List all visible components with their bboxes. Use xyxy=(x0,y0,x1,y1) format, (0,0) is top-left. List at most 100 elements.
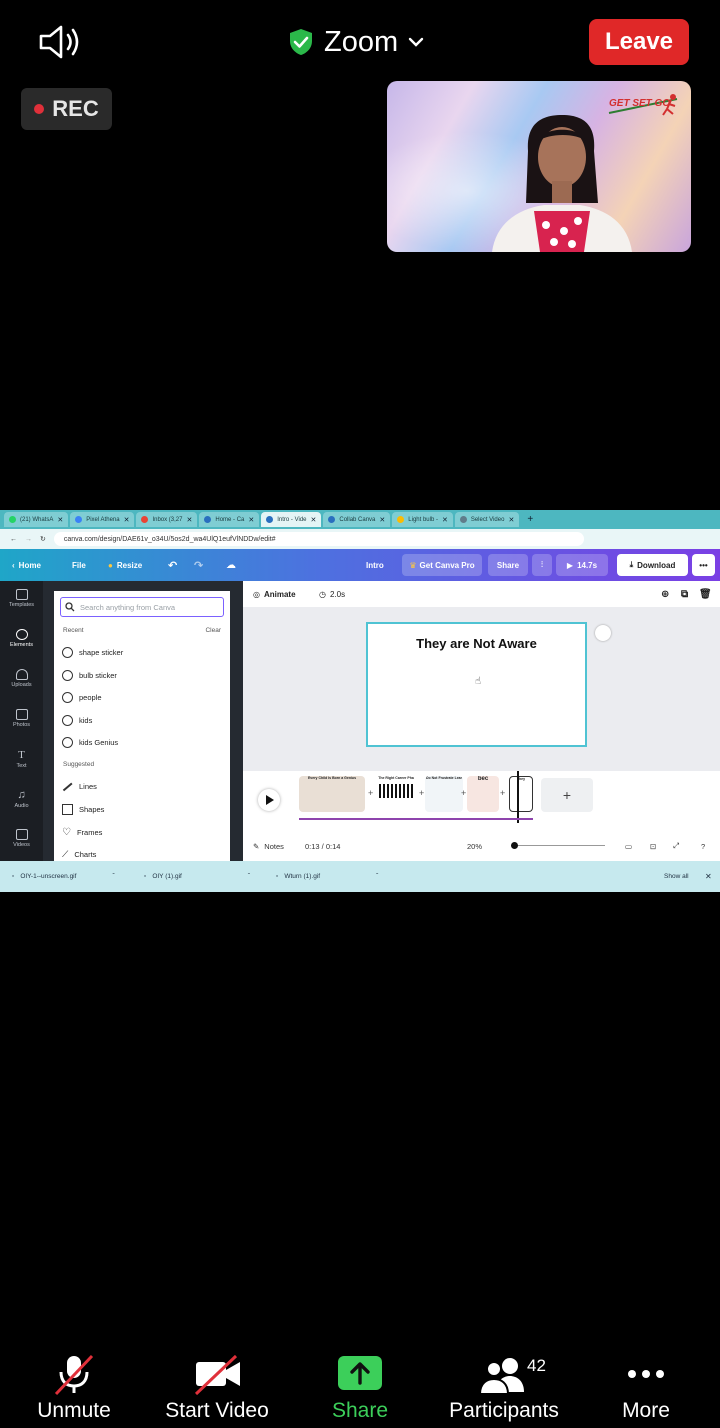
cloud-save-icon[interactable]: ☁ xyxy=(226,549,236,581)
fullscreen-icon[interactable]: ⤢ xyxy=(673,841,679,851)
rail-item-videos[interactable]: Videos xyxy=(0,829,43,848)
redo-icon[interactable]: ↷ xyxy=(194,549,203,581)
rail-item-elements[interactable]: Elements xyxy=(0,629,43,648)
browser-tab[interactable]: Light bulb - ✕ xyxy=(392,512,453,527)
download-item[interactable]: ▫ OIY (1).gif ˆ xyxy=(144,861,250,892)
reload-icon[interactable]: ↻ xyxy=(40,535,46,543)
clock-icon xyxy=(62,670,73,681)
add-transition-icon[interactable]: + xyxy=(419,788,424,798)
slide-heading[interactable]: They are Not Aware xyxy=(368,636,585,651)
download-item[interactable]: ▫ Wturn (1).gif ˆ xyxy=(276,861,378,892)
suggested-item[interactable]: Shapes xyxy=(62,804,104,815)
browser-tab[interactable]: Pixel Athena ✕ xyxy=(70,512,135,527)
resize-button[interactable]: ● Resize xyxy=(108,549,142,581)
notes-button[interactable]: ✎ Notes xyxy=(253,842,284,851)
suggested-item[interactable]: ♡ Frames xyxy=(62,827,102,838)
close-tab-icon[interactable]: ✕ xyxy=(248,516,254,524)
project-name[interactable]: Intro xyxy=(366,549,384,581)
add-transition-icon[interactable]: + xyxy=(461,788,466,798)
add-transition-icon[interactable]: + xyxy=(500,788,505,798)
delete-page-icon[interactable]: 🗑 xyxy=(699,589,712,600)
design-canvas[interactable]: They are Not Aware ☝ xyxy=(366,622,587,747)
participants-button[interactable]: 42 Participants xyxy=(440,1344,568,1428)
show-all-downloads[interactable]: Show all xyxy=(664,861,689,892)
timeline-clip[interactable]: The Right Career Pha xyxy=(375,776,417,812)
share-screen-button[interactable]: Share xyxy=(323,1344,397,1428)
undo-icon[interactable]: ↶ xyxy=(168,549,177,581)
browser-tab[interactable]: (21) WhatsA ✕ xyxy=(4,512,69,527)
slide-duration-button[interactable]: ◷ 2.0s xyxy=(319,590,345,599)
add-page-icon[interactable]: ⊕ xyxy=(661,589,669,600)
timeline-clip-selected[interactable]: They xyxy=(509,776,533,812)
recent-item[interactable]: bulb sticker xyxy=(62,670,117,681)
rail-item-templates[interactable]: Templates xyxy=(0,589,43,608)
recent-item[interactable]: kids xyxy=(62,715,92,726)
suggested-item[interactable]: ⟋ Charts xyxy=(62,849,96,860)
browser-tab[interactable]: Select Video ✕ xyxy=(454,512,520,527)
start-video-button[interactable]: Start Video xyxy=(160,1344,274,1428)
recent-item[interactable]: kids Genius xyxy=(62,737,118,748)
recent-item[interactable]: people xyxy=(62,692,102,703)
elements-search-input[interactable]: Search anything from Canva xyxy=(60,597,224,617)
participant-video-tile[interactable]: GET SET GO xyxy=(387,81,691,252)
help-icon[interactable]: ? xyxy=(701,842,705,851)
chevron-up-icon[interactable]: ˆ xyxy=(112,873,114,880)
refresh-icon[interactable] xyxy=(595,625,611,641)
present-button[interactable]: ▶ 14.7s xyxy=(556,554,608,576)
rail-item-uploads[interactable]: Uploads xyxy=(0,669,43,688)
recent-item[interactable]: shape sticker xyxy=(62,647,123,658)
grid-view-icon[interactable]: ⊡ xyxy=(650,842,656,851)
close-tab-icon[interactable]: ✕ xyxy=(124,516,130,524)
browser-tab[interactable]: Collab Canva ✕ xyxy=(323,512,391,527)
new-tab-icon[interactable]: + xyxy=(527,514,533,525)
unmute-button[interactable]: Unmute xyxy=(26,1344,122,1428)
close-downloads-icon[interactable]: ✕ xyxy=(705,861,712,892)
chevron-up-icon[interactable]: ˆ xyxy=(376,873,378,880)
close-tab-icon[interactable]: ✕ xyxy=(57,516,63,524)
more-button[interactable]: More xyxy=(612,1344,680,1428)
chevron-up-icon[interactable]: ˆ xyxy=(248,873,250,880)
zoom-slider-handle[interactable] xyxy=(511,842,518,849)
zoom-slider[interactable] xyxy=(511,842,605,849)
download-button[interactable]: ⤓ Download xyxy=(617,554,688,576)
download-item[interactable]: ▫ OIY-1--unscreen.gif ˆ xyxy=(12,861,115,892)
home-button[interactable]: ‹ Home xyxy=(12,549,41,581)
timeline-clip[interactable]: Every Child Is Born a Genius xyxy=(299,776,365,812)
play-button[interactable] xyxy=(258,789,280,811)
forward-icon[interactable]: → xyxy=(25,536,32,543)
add-clip-button[interactable]: + xyxy=(541,778,593,812)
share-canva-button[interactable]: Share xyxy=(488,554,528,576)
back-icon[interactable]: ← xyxy=(10,536,17,543)
close-tab-icon[interactable]: ✕ xyxy=(442,516,448,524)
leave-button[interactable]: Leave xyxy=(589,19,689,65)
clear-recent-button[interactable]: Clear xyxy=(205,627,221,634)
animate-button[interactable]: ◎ Animate xyxy=(253,590,296,599)
browser-tab[interactable]: Inbox (3,27 ✕ xyxy=(136,512,198,527)
page-view-icon[interactable]: ▭ xyxy=(625,842,632,851)
file-menu[interactable]: File xyxy=(72,549,86,581)
participants-label: Participants xyxy=(449,1399,559,1422)
rail-item-photos[interactable]: Photos xyxy=(0,709,43,728)
more-options-icon[interactable]: ••• xyxy=(692,554,715,576)
photos-icon xyxy=(15,709,28,720)
timeline-clip[interactable]: Do Not Frustrate Lear xyxy=(425,776,463,812)
close-tab-icon[interactable]: ✕ xyxy=(508,516,514,524)
get-canva-pro-button[interactable]: ♛ Get Canva Pro xyxy=(402,554,482,576)
duplicate-page-icon[interactable]: ⧉ xyxy=(681,589,688,600)
timeline-clip[interactable]: bec xyxy=(467,776,499,812)
meeting-title[interactable]: Zoom xyxy=(288,22,424,62)
suggested-item[interactable]: Lines xyxy=(62,782,97,791)
close-tab-icon[interactable]: ✕ xyxy=(379,516,385,524)
close-tab-icon[interactable]: ✕ xyxy=(311,516,317,524)
add-transition-icon[interactable]: + xyxy=(368,788,373,798)
rail-item-audio[interactable]: ♫ Audio xyxy=(0,789,43,809)
shared-screen[interactable]: (21) WhatsA ✕ Pixel Athena ✕ Inbox (3,27 ✕ … xyxy=(0,510,720,892)
insights-icon[interactable]: ⫶ xyxy=(532,554,552,576)
browser-tab[interactable]: Home - Ca ✕ xyxy=(199,512,260,527)
url-field[interactable]: canva.com/design/DAE61v_o34U/5os2d_wa4Ul… xyxy=(53,532,584,546)
close-tab-icon[interactable]: ✕ xyxy=(186,516,192,524)
playhead[interactable] xyxy=(517,771,519,823)
browser-tab-active[interactable]: Intro - Vide ✕ xyxy=(261,512,322,527)
speaker-icon[interactable] xyxy=(38,24,84,60)
rail-item-text[interactable]: T Text xyxy=(0,749,43,769)
